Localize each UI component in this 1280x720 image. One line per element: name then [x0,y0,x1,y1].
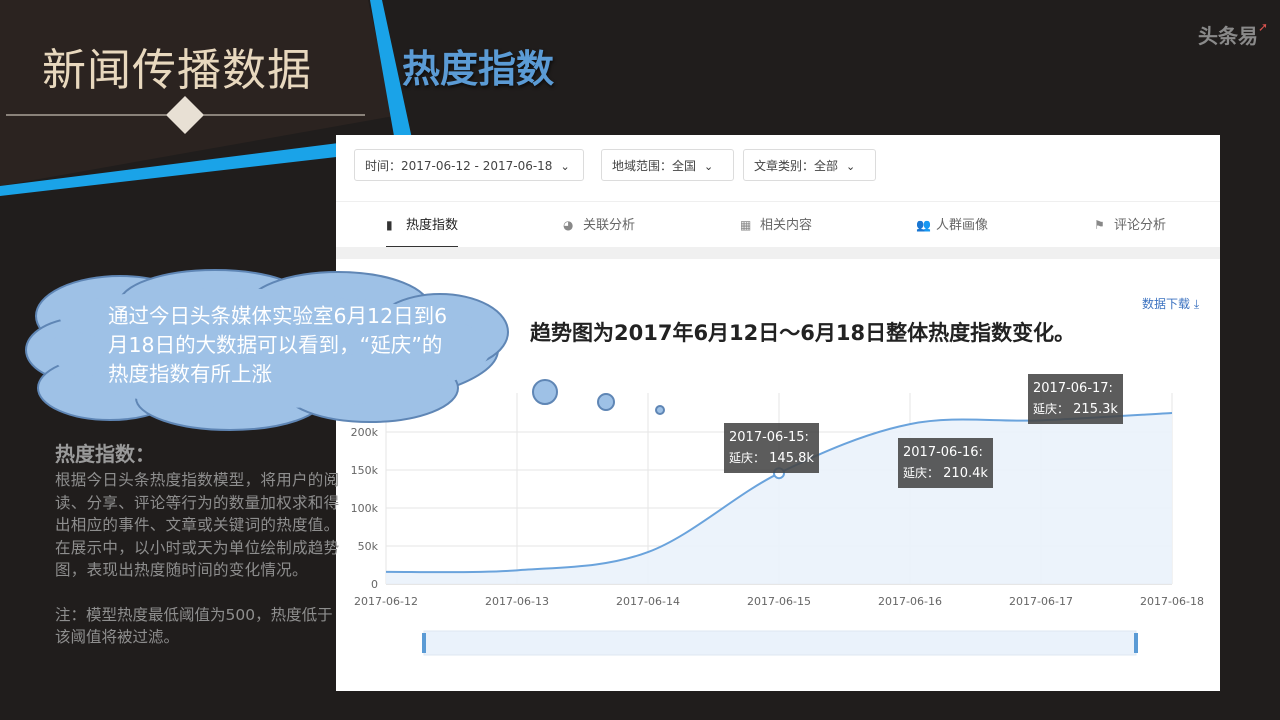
definition-block: 热度指数： 根据今日头条热度指数模型，将用户的阅读、分享、评论等行为的数量加权求… [55,438,340,649]
y-tick-label: 150k [351,464,379,477]
x-tick-label: 2017-06-12 [354,595,418,608]
tooltip-date: 2017-06-15: [729,430,809,445]
range-handle-left [422,633,426,653]
x-tick-label: 2017-06-15 [747,595,811,608]
tooltip-value: 215.3k [1073,402,1118,417]
tooltip-series: 延庆： [729,451,766,465]
x-tick-label: 2017-06-14 [616,595,680,608]
tooltip-0616: 2017-06-16: 延庆： 210.4k [898,438,993,488]
range-slider-track [423,630,1137,656]
tooltip-date: 2017-06-17: [1033,381,1113,396]
range-handle-right [1134,633,1138,653]
tooltip-value: 210.4k [943,466,988,481]
brand-arrow-icon: ➚ [1258,20,1269,34]
cloud-bubbles [532,379,665,415]
x-tick-label: 2017-06-13 [485,595,549,608]
x-tick-label: 2017-06-18 [1140,595,1204,608]
y-tick-label: 0 [371,578,378,591]
x-tick-label: 2017-06-16 [878,595,942,608]
definition-title: 热度指数： [55,442,155,466]
brand-logo: 头条易➚ [1198,20,1268,49]
definition-note: 注：模型热度最低阈值为500，热度低于该阈值将被过滤。 [55,605,333,647]
x-tick-label: 2017-06-17 [1009,595,1073,608]
page-title: 新闻传播数据 [42,45,312,96]
tooltip-0617: 2017-06-17: 延庆： 215.3k [1028,374,1123,424]
tooltip-series: 延庆： [903,466,940,480]
tooltip-series: 延庆： [1033,402,1070,416]
tooltip-0615: 2017-06-15: 延庆： 145.8k [724,423,819,473]
brand-name: 头条易 [1198,24,1258,48]
callout-text: 通过今日头条媒体实验室6月12日到6月18日的大数据可以看到，“延庆”的热度指数… [108,304,448,386]
tooltip-date: 2017-06-16: [903,445,983,460]
y-tick-label: 100k [351,502,379,515]
definition-body: 根据今日头条热度指数模型，将用户的阅读、分享、评论等行为的数量加权求和得出相应的… [55,471,340,579]
tooltip-value: 145.8k [769,451,814,466]
y-tick-label: 50k [358,540,379,553]
section-title: 热度指数 [402,47,555,91]
